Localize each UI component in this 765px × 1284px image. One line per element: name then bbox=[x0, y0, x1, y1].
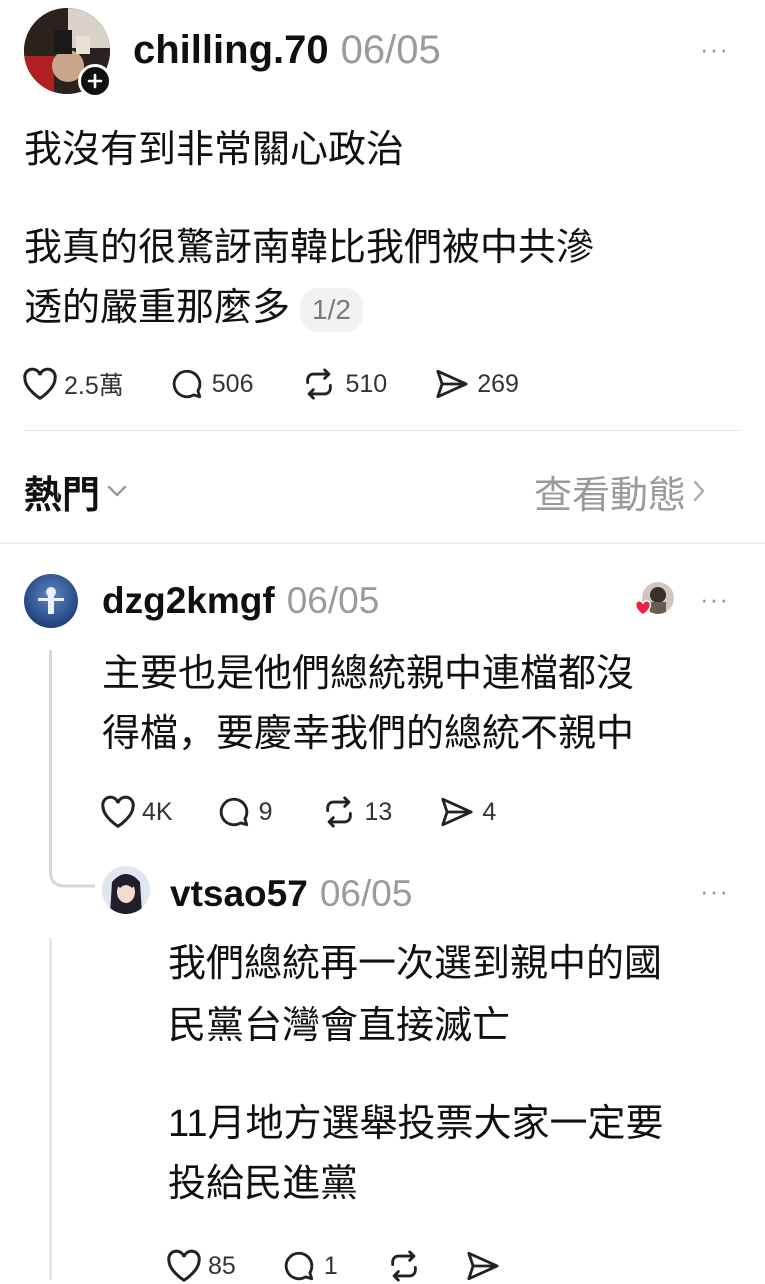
share-count: 4 bbox=[482, 797, 497, 826]
repost-button[interactable]: 510 bbox=[301, 367, 387, 401]
sort-dropdown[interactable]: 熱門 bbox=[24, 466, 128, 517]
reply-count: 506 bbox=[211, 369, 254, 398]
heart-icon bbox=[101, 795, 135, 829]
share-button[interactable]: 4 bbox=[440, 796, 496, 828]
repost-icon bbox=[325, 796, 352, 828]
like-button[interactable]: 2.5萬 bbox=[22, 366, 124, 402]
reply-text-line: 11月地方選舉投票大家一定要 bbox=[168, 1103, 664, 1145]
thread-line bbox=[49, 650, 52, 876]
comment-more-icon[interactable]: ··· bbox=[700, 586, 729, 612]
share-count: 269 bbox=[477, 369, 519, 398]
reply-actions: 85 1 bbox=[166, 1248, 500, 1284]
reply-count: 9 bbox=[258, 797, 273, 826]
send-icon bbox=[441, 797, 473, 827]
reply-author-avatar[interactable] bbox=[102, 866, 150, 914]
post-username[interactable]: chilling.70 bbox=[133, 28, 329, 73]
like-count: 4K bbox=[142, 797, 173, 826]
share-button[interactable]: 269 bbox=[435, 368, 519, 400]
post-more-icon[interactable]: ··· bbox=[700, 36, 729, 62]
heart-icon bbox=[23, 367, 57, 401]
repost-count: 510 bbox=[345, 369, 388, 398]
like-count: 85 bbox=[208, 1251, 236, 1280]
send-icon bbox=[436, 369, 468, 399]
thread-line bbox=[49, 938, 52, 1280]
author-liked-heart-icon bbox=[634, 600, 652, 621]
post-text-line: 我真的很驚訝南韓比我們被中共滲 bbox=[24, 227, 595, 269]
repost-count: 13 bbox=[364, 797, 393, 826]
post-text-line: 透的嚴重那麼多 1/2 bbox=[24, 282, 363, 334]
reply-button[interactable]: 506 bbox=[170, 367, 254, 401]
reply-date: 06/05 bbox=[319, 873, 413, 914]
comment-username[interactable]: dzg2kmgf bbox=[102, 580, 275, 622]
view-activity-link[interactable]: 查看動態 bbox=[534, 466, 706, 517]
page-indicator-badge[interactable]: 1/2 bbox=[300, 287, 363, 332]
like-count: 2.5萬 bbox=[64, 372, 124, 400]
thread-connector bbox=[49, 868, 95, 888]
repost-icon bbox=[390, 1250, 417, 1282]
reply-text-line: 投給民進黨 bbox=[168, 1163, 359, 1205]
chevron-down-icon bbox=[107, 485, 127, 497]
post-actions: 2.5萬 506 510 269 bbox=[22, 366, 519, 402]
like-button[interactable]: 85 bbox=[166, 1249, 236, 1283]
reply-more-icon[interactable]: ··· bbox=[700, 878, 729, 904]
heart-icon bbox=[167, 1249, 201, 1283]
section-divider bbox=[24, 430, 741, 431]
comment-actions: 4K 9 13 4 bbox=[100, 794, 496, 830]
repost-button[interactable]: 13 bbox=[321, 795, 393, 829]
reply-text-line: 我們總統再一次選到親中的國 bbox=[168, 943, 663, 985]
repost-icon bbox=[306, 368, 333, 400]
post-text-continued: 透的嚴重那麼多 bbox=[24, 287, 291, 329]
comment-text-line: 得檔，要慶幸我們的總統不親中 bbox=[102, 713, 635, 755]
chevron-right-icon bbox=[693, 480, 705, 502]
reply-count: 1 bbox=[323, 1251, 338, 1280]
comment-bubble-icon bbox=[172, 369, 202, 399]
view-activity-label: 查看動態 bbox=[534, 474, 687, 517]
sort-bar-divider bbox=[0, 542, 765, 544]
post-date: 06/05 bbox=[340, 28, 441, 72]
comment-date: 06/05 bbox=[286, 580, 380, 621]
follow-plus-icon[interactable] bbox=[78, 64, 112, 98]
comment-author-avatar[interactable] bbox=[24, 574, 78, 628]
reply-header: vtsao57 06/05 bbox=[170, 873, 412, 915]
reply-username[interactable]: vtsao57 bbox=[170, 873, 308, 915]
reply-button[interactable]: 9 bbox=[217, 795, 273, 829]
comment-bubble-icon bbox=[219, 797, 248, 827]
sort-label: 熱門 bbox=[24, 474, 101, 517]
comment-header: dzg2kmgf 06/05 bbox=[102, 580, 379, 622]
reply-text-line: 民黨台灣會直接滅亡 bbox=[168, 1005, 511, 1047]
comment-bubble-icon bbox=[284, 1251, 314, 1281]
like-button[interactable]: 4K bbox=[100, 795, 173, 829]
send-icon bbox=[467, 1251, 499, 1281]
post-text-line: 我沒有到非常關心政治 bbox=[24, 129, 405, 171]
post-header: chilling.70 06/05 bbox=[133, 28, 441, 72]
reply-button[interactable]: 1 bbox=[282, 1249, 338, 1283]
repost-button[interactable] bbox=[386, 1249, 422, 1283]
comment-text-line: 主要也是他們總統親中連檔都沒 bbox=[102, 653, 635, 695]
share-button[interactable] bbox=[466, 1250, 500, 1282]
